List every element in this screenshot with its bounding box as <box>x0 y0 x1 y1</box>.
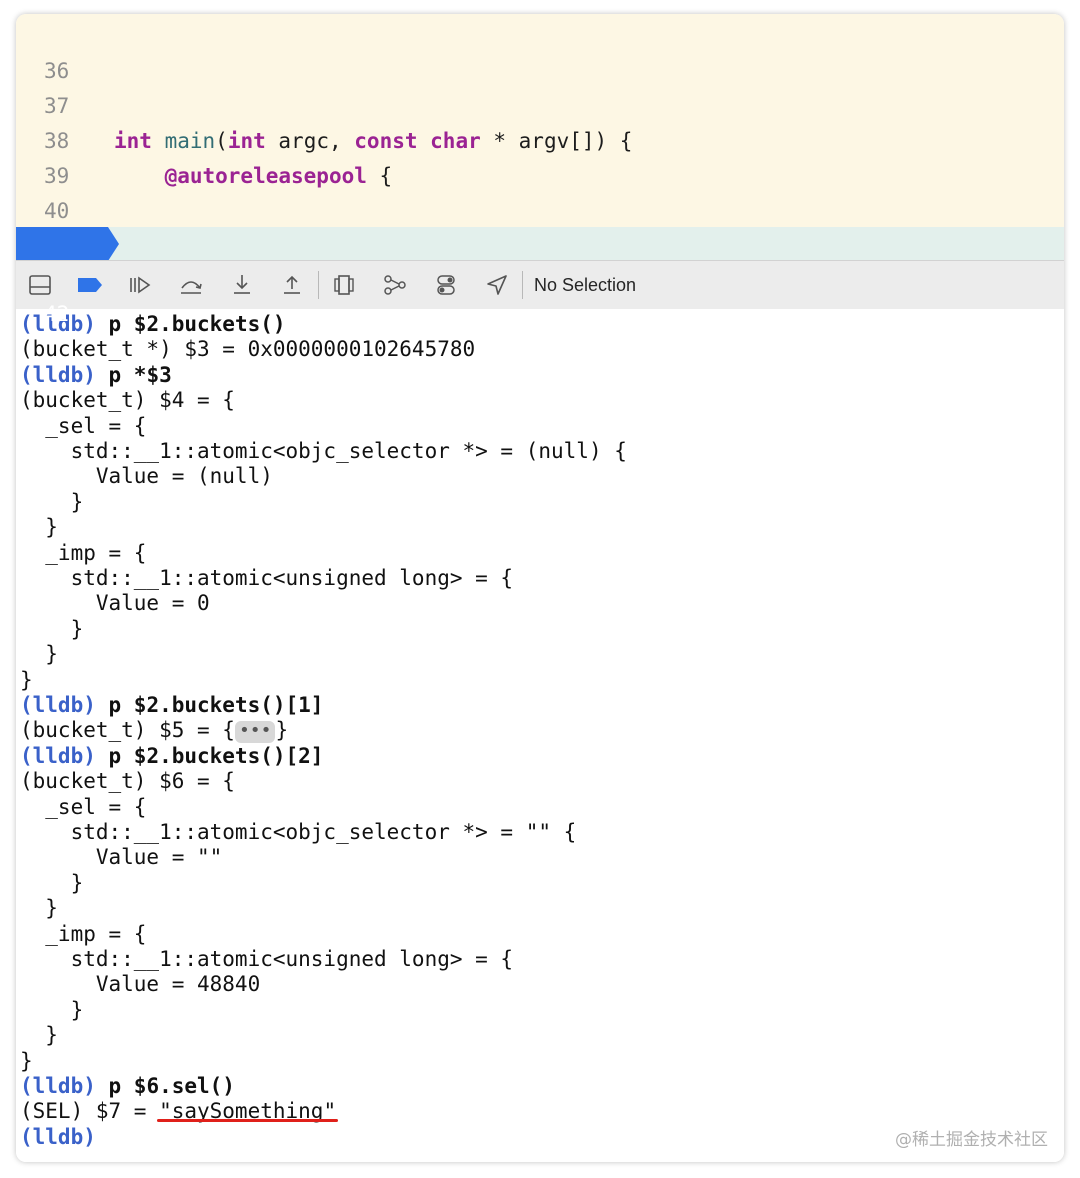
lldb-prompt: (lldb) <box>20 1074 96 1098</box>
console-output-text: _imp = { <box>20 540 147 565</box>
toolbar-divider <box>522 271 523 299</box>
code-line[interactable]: 37 int main(int argc, const char * argv[… <box>16 54 1064 153</box>
console-output-text: (bucket_t) $6 = { <box>20 769 235 794</box>
console-command-line: (lldb) p $6.sel() <box>20 1074 235 1099</box>
code-line[interactable]: 36 <box>16 19 1064 83</box>
console-command-line: (lldb) p $2.buckets()[2] <box>20 744 323 769</box>
console-output-text: } <box>20 642 58 667</box>
breakpoints-toggle-icon[interactable] <box>76 271 104 299</box>
console-output-text: } <box>20 1023 58 1048</box>
console-output-text: } <box>20 1048 33 1073</box>
view-hierarchy-icon[interactable] <box>330 271 358 299</box>
console-output-text: } <box>20 870 84 895</box>
console-output-text: Value = (null) <box>20 464 273 489</box>
current-code-line[interactable]: 42 NSLog(@"%@",p); <box>16 227 1064 361</box>
console-output-line: _sel = { <box>20 414 146 439</box>
lldb-prompt: (lldb) <box>20 743 96 768</box>
selection-label: No Selection <box>534 275 637 295</box>
console-output-line: (bucket_t) $5 = {•••} <box>20 718 289 744</box>
lldb-prompt: (lldb) <box>20 693 96 717</box>
console-output-line: } <box>20 489 84 515</box>
console-command-line: (lldb) p $2.buckets()[1] <box>20 693 323 718</box>
console-output-text: std::__1::atomic<objc_selector *> = "" { <box>20 820 577 844</box>
code-line[interactable]: 38 @autoreleasepool { <box>16 89 1064 188</box>
console-output-text: std::__1::atomic<unsigned long> = { <box>20 947 514 971</box>
code-line[interactable]: 41 [p saySomething]; <box>16 194 1064 293</box>
console-output-line: } <box>20 870 84 896</box>
console-output-line: } <box>20 1049 33 1074</box>
toolbar-divider <box>318 271 319 299</box>
console-output-text: Value = "" <box>20 845 223 870</box>
console-output-text: _imp = { <box>20 921 147 946</box>
code-line[interactable]: 40 LRPerson *p = [LRPerson alloc] ; <box>16 159 1064 258</box>
step-out-icon[interactable] <box>278 271 306 299</box>
console-command-line: (lldb) <box>20 1125 109 1150</box>
lldb-command: p $2.buckets()[2] <box>108 743 324 768</box>
memory-graph-icon[interactable] <box>381 271 409 299</box>
console-output-line: Value = 48840 <box>20 972 260 997</box>
console-output-text: _sel = { <box>20 794 147 819</box>
debug-toolbar: No Selection <box>16 260 1064 310</box>
console-output-text: } <box>20 515 58 540</box>
console-output-text: _sel = { <box>20 413 147 438</box>
lldb-command: p $2.buckets()[1] <box>108 693 324 717</box>
environment-overrides-icon[interactable] <box>432 271 460 299</box>
selector-result-underlined: "saySomething" <box>159 1099 337 1124</box>
console-output-text: Value = 48840 <box>20 972 261 997</box>
console-output-text: } <box>20 489 84 514</box>
code-line[interactable]: 39 <box>16 124 1064 188</box>
simulate-location-icon[interactable] <box>483 271 511 299</box>
console-output-line: _sel = { <box>20 795 146 820</box>
console-output-text: } <box>20 667 33 692</box>
console-output-text: } <box>20 616 84 641</box>
console-output-text: (SEL) $7 = <box>20 1099 160 1124</box>
continue-icon[interactable] <box>126 271 154 299</box>
console-output-line: _imp = { <box>20 541 146 566</box>
line-number: 42 <box>44 302 70 326</box>
console-output-text: } <box>20 896 58 921</box>
current-line-indicator[interactable] <box>16 227 119 262</box>
console-output-text: std::__1::atomic<objc_selector *> = (nul… <box>20 439 627 463</box>
console-output-line: std::__1::atomic<unsigned long> = { <box>20 947 514 972</box>
console-output-line: _imp = { <box>20 922 146 947</box>
console-output-text: Value = 0 <box>20 591 210 616</box>
console-command-line: (lldb) p *$3 <box>20 363 172 388</box>
step-over-icon[interactable] <box>177 271 205 299</box>
lldb-console[interactable]: (lldb) p $2.buckets() (bucket_t *) $3 = 0… <box>16 309 1064 1162</box>
hide-debug-area-icon[interactable] <box>26 271 54 299</box>
console-output-line: Value = 0 <box>20 591 210 616</box>
console-output-line: (bucket_t *) $3 = 0x0000000102645780 <box>20 337 475 362</box>
lldb-prompt: (lldb) <box>20 362 96 387</box>
lldb-command: p $6.sel() <box>108 1074 235 1098</box>
console-output-line: } <box>20 642 58 667</box>
xcode-window: 36 37 int main(int argc, const char * ar… <box>16 14 1064 1162</box>
console-output-line: } <box>20 668 33 693</box>
console-output-line: std::__1::atomic<objc_selector *> = "" { <box>20 820 577 845</box>
console-output-text: std::__1::atomic<unsigned long> = { <box>20 566 514 590</box>
console-output-text: } <box>20 997 84 1022</box>
console-output-line: std::__1::atomic<unsigned long> = { <box>20 566 514 591</box>
console-output-line: } <box>20 896 58 921</box>
console-output-line: Value = "" <box>20 845 222 870</box>
console-output-line: } <box>20 616 84 642</box>
console-output-text: (bucket_t *) $3 = 0x0000000102645780 <box>20 337 476 362</box>
lldb-command: p *$3 <box>108 362 172 387</box>
code-editor[interactable]: 36 37 int main(int argc, const char * ar… <box>16 14 1064 361</box>
console-output-line: (SEL) $7 = "saySomething" <box>20 1099 336 1124</box>
console-output-text: (bucket_t) $5 = { <box>20 718 235 743</box>
lldb-command: p $2.buckets() <box>108 312 286 336</box>
watermark: @稀土掘金技术社区 <box>895 1130 1048 1150</box>
console-output-line: } <box>20 997 84 1023</box>
console-output-text: (bucket_t) $4 = { <box>20 388 235 413</box>
console-output-line: (bucket_t) $6 = { <box>20 769 235 794</box>
console-output-line: } <box>20 515 58 540</box>
lldb-prompt: (lldb) <box>20 1124 96 1149</box>
console-output-text: } <box>275 718 289 743</box>
console-output-line: } <box>20 1023 58 1048</box>
console-output-line: Value = (null) <box>20 464 273 489</box>
expand-ellipsis-button[interactable]: ••• <box>234 721 276 744</box>
step-into-icon[interactable] <box>228 271 256 299</box>
console-output-line: std::__1::atomic<objc_selector *> = (nul… <box>20 439 627 464</box>
console-output-line: (bucket_t) $4 = { <box>20 388 235 413</box>
